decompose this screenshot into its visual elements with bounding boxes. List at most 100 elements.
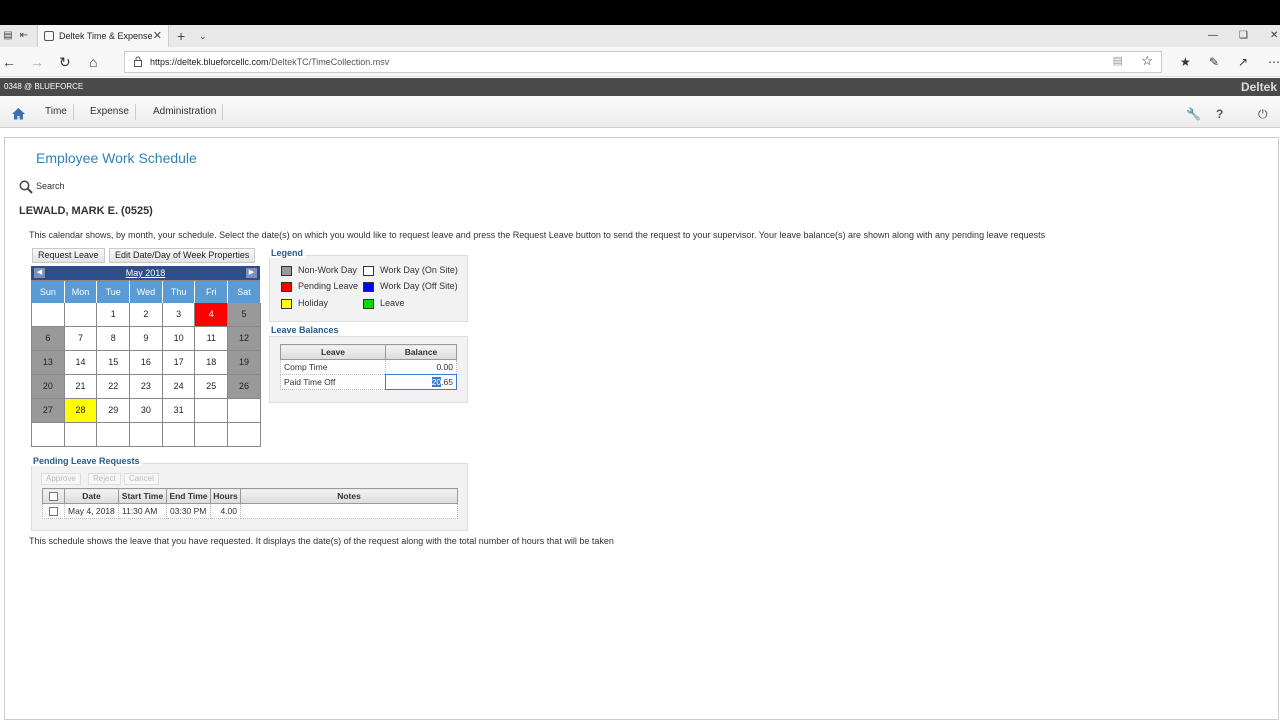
calendar-day[interactable]: [130, 423, 163, 447]
day-of-week-header: Sun: [32, 281, 65, 303]
forward-icon[interactable]: →: [30, 53, 44, 71]
deltek-logo: Deltek: [1240, 80, 1277, 94]
calendar-day[interactable]: 14: [64, 351, 98, 375]
calendar-day[interactable]: 11: [195, 327, 229, 351]
menu-expense[interactable]: Expense: [84, 104, 136, 120]
menu-time[interactable]: Time: [39, 104, 74, 120]
calendar-day[interactable]: 1: [97, 303, 131, 327]
reading-view-icon[interactable]: ▤: [1113, 54, 1123, 67]
url-field[interactable]: https://deltek.blueforcellc.com/DeltekTC…: [124, 51, 1162, 73]
calendar-day[interactable]: 30: [130, 399, 163, 423]
url-text: https://deltek.blueforcellc.com/DeltekTC…: [150, 57, 390, 67]
calendar-day[interactable]: 17: [162, 351, 196, 375]
calendar-day[interactable]: 21: [64, 375, 98, 399]
reject-button[interactable]: Reject: [88, 473, 121, 485]
calendar-day[interactable]: [32, 303, 65, 327]
home-icon[interactable]: ⌂: [89, 53, 97, 71]
calendar-day[interactable]: 25: [195, 375, 229, 399]
calendar-day[interactable]: 18: [195, 351, 229, 375]
calendar-day[interactable]: [64, 303, 98, 327]
power-icon[interactable]: ⏻: [1258, 107, 1268, 121]
calendar-day[interactable]: 13: [32, 351, 65, 375]
next-month-icon[interactable]: ▶: [246, 268, 257, 278]
calendar-day[interactable]: 9: [130, 327, 163, 351]
calendar-day[interactable]: 31: [162, 399, 196, 423]
row-checkbox[interactable]: [49, 507, 58, 517]
calendar-day[interactable]: [64, 423, 98, 447]
menu-administration[interactable]: Administration: [147, 104, 224, 120]
prev-month-icon[interactable]: ◀: [34, 268, 45, 278]
back-icon[interactable]: ←: [2, 53, 16, 71]
calendar-day[interactable]: [195, 423, 229, 447]
cancel-button[interactable]: Cancel: [124, 473, 159, 485]
tab-dropdown-icon[interactable]: ⌄: [199, 25, 207, 47]
calendar-day[interactable]: 20: [32, 375, 65, 399]
calendar-day[interactable]: [162, 423, 196, 447]
search-link[interactable]: Search: [19, 179, 65, 194]
calendar-day[interactable]: 10: [162, 327, 196, 351]
calendar-day[interactable]: [228, 423, 261, 447]
tabs-aside-icon[interactable]: ▤: [0, 25, 16, 47]
calendar-grid: Sun Mon Tue Wed Thu Fri Sat 1 2 3 4 5 6 7 8 9 10 11 12 13 14…: [31, 280, 261, 447]
request-start: 11:30 AM: [118, 503, 167, 519]
maximize-icon[interactable]: ❑: [1239, 25, 1248, 47]
close-tab-icon[interactable]: ✕: [153, 25, 162, 47]
instructions-text: This calendar shows, by month, your sche…: [29, 230, 1046, 240]
window-close-icon[interactable]: ✕: [1270, 25, 1278, 47]
calendar-day[interactable]: 6: [32, 327, 65, 351]
refresh-icon[interactable]: ↻: [59, 53, 71, 71]
approve-button[interactable]: Approve: [41, 473, 81, 485]
calendar-day[interactable]: 23: [130, 375, 163, 399]
page-favicon-icon: [44, 31, 54, 41]
calendar-day[interactable]: [228, 399, 261, 423]
calendar-day[interactable]: 3: [162, 303, 196, 327]
favorites-icon[interactable]: ★: [1180, 54, 1191, 70]
calendar-day[interactable]: 16: [130, 351, 163, 375]
app-header: 0348 @ BLUEFORCE Deltek: [0, 78, 1280, 96]
legend-swatch: [363, 298, 374, 309]
calendar-day[interactable]: [32, 423, 65, 447]
share-icon[interactable]: ↗: [1238, 54, 1248, 70]
calendar-day[interactable]: 4: [195, 303, 229, 327]
calendar-day[interactable]: 27: [32, 399, 65, 423]
calendar-day[interactable]: 28: [64, 399, 98, 423]
legend-swatch: [363, 265, 374, 276]
calendar-header: ◀ May 2018 ▶: [31, 266, 260, 280]
table-row[interactable]: Comp Time 0.00: [280, 359, 457, 375]
calendar-day[interactable]: 8: [97, 327, 131, 351]
leave-header: Leave: [280, 344, 386, 360]
request-leave-button[interactable]: Request Leave: [32, 248, 105, 263]
minimize-icon[interactable]: —: [1208, 25, 1218, 47]
browser-tab[interactable]: Deltek Time & Expense ✕: [37, 25, 169, 47]
help-icon[interactable]: ?: [1216, 107, 1223, 121]
calendar-day[interactable]: 5: [228, 303, 261, 327]
day-of-week-header: Sat: [228, 281, 261, 303]
calendar-month-link[interactable]: May 2018: [126, 268, 166, 278]
calendar-day[interactable]: 19: [228, 351, 261, 375]
wrench-icon[interactable]: 🔧: [1186, 107, 1201, 121]
page-title: Employee Work Schedule: [36, 150, 197, 166]
calendar-day[interactable]: 2: [130, 303, 163, 327]
calendar-day[interactable]: 15: [97, 351, 131, 375]
table-row[interactable]: Paid Time Off 20.65: [280, 374, 457, 390]
favorite-star-icon[interactable]: ☆: [1141, 53, 1153, 69]
table-row[interactable]: May 4, 2018 11:30 AM 03:30 PM 4.00: [42, 503, 458, 519]
calendar-day[interactable]: 7: [64, 327, 98, 351]
home-house-icon[interactable]: [11, 107, 26, 120]
calendar-day[interactable]: [97, 423, 131, 447]
show-tabs-icon[interactable]: ⇤: [16, 25, 32, 47]
more-icon[interactable]: ⋯: [1268, 54, 1280, 70]
calendar-day[interactable]: 12: [228, 327, 261, 351]
calendar-day[interactable]: 29: [97, 399, 131, 423]
legend-label: Leave: [380, 298, 405, 308]
edit-properties-button[interactable]: Edit Date/Day of Week Properties: [109, 248, 256, 263]
calendar-day[interactable]: [195, 399, 229, 423]
select-all-checkbox[interactable]: [49, 492, 58, 502]
calendar-day[interactable]: 26: [228, 375, 261, 399]
leave-balance-edit[interactable]: 20.65: [385, 374, 457, 390]
notes-pen-icon[interactable]: ✎: [1209, 54, 1219, 70]
end-time-header: End Time: [166, 488, 211, 504]
calendar-day[interactable]: 22: [97, 375, 131, 399]
new-tab-icon[interactable]: +: [177, 25, 185, 47]
calendar-day[interactable]: 24: [162, 375, 196, 399]
